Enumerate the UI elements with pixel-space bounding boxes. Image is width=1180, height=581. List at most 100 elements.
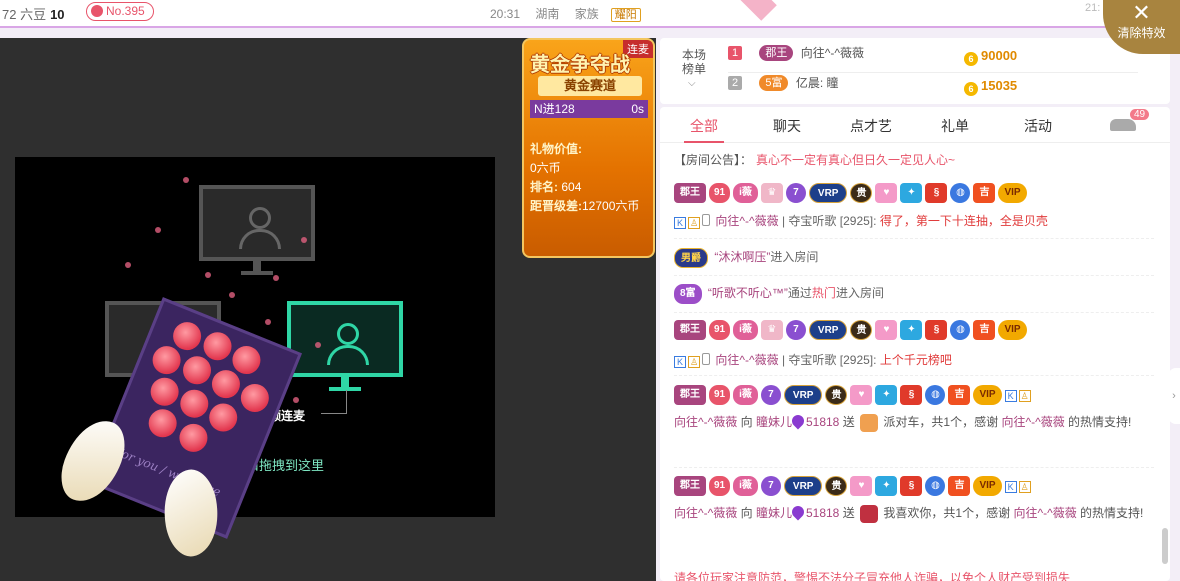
chevron-right-icon[interactable]: › — [1168, 368, 1180, 424]
rose-icon — [146, 373, 183, 410]
gift-to-word: 向 — [740, 506, 753, 520]
entry-user[interactable]: “听歌不听心™” — [708, 286, 788, 300]
user-icon: ♙ — [688, 356, 700, 368]
vrp-badge: VRP — [808, 183, 848, 203]
tab-talent[interactable]: 点才艺 — [850, 116, 892, 136]
room-notice: 【房间公告】： 真心不一定有真心但日久一定见人心~ — [674, 151, 955, 168]
crown-icon: ♛ — [760, 183, 783, 203]
level-number: 10 — [50, 7, 65, 22]
globe-icon: ◍ — [950, 183, 971, 203]
promote-value: 12700六币 — [582, 199, 640, 213]
tab-chat[interactable]: 聊天 — [773, 116, 801, 136]
heart-badge-icon: ♥ — [850, 476, 873, 496]
tab-all[interactable]: 全部 — [684, 116, 724, 143]
floating-heart-icon — [205, 272, 211, 278]
nobility-badge: 男爵 — [674, 248, 708, 268]
coin-value: 90000 — [981, 48, 1018, 63]
message-divider — [674, 275, 1154, 276]
gold-track-ribbon: 黄金赛道 — [538, 76, 642, 96]
user-badges: 郡王 91 i薇 7 VRP 贵 ♥ ✦ § ◍ 吉 VIP K ♙ — [674, 476, 1033, 498]
car-icon[interactable] — [1110, 119, 1136, 131]
active-video-slot-monitor-icon[interactable] — [287, 301, 403, 391]
gold-competition-badge[interactable]: 连麦 黄金争夺战 黄金赛道 N进128 0s 礼物价值: 0六币 排名: 604… — [522, 38, 655, 258]
floating-heart-icon — [301, 237, 307, 243]
floating-heart-icon — [125, 262, 131, 268]
gift-to-user[interactable]: 瞳妹儿 — [756, 415, 792, 429]
video-slot-monitor-icon[interactable] — [199, 185, 315, 275]
leaderboard-row[interactable]: 2 5富 亿晨: 瞳 6 15035 — [728, 74, 1148, 98]
heart-badge-icon: ♥ — [875, 183, 898, 203]
leaderboard-row[interactable]: 1 郡王 向往^-^薇薇 6 90000 — [728, 44, 1148, 73]
gift-text: 派对车，共1个，感谢 — [883, 415, 999, 429]
entry-user[interactable]: “沐沐啊压” — [714, 250, 770, 264]
tab-activity[interactable]: 活动 — [1024, 116, 1052, 136]
snake-badge-icon: § — [925, 320, 948, 340]
rank-text: No.395 — [106, 4, 145, 18]
fan-badge: i薇 — [733, 320, 758, 340]
seven-badge: 7 — [785, 183, 806, 203]
message-activity: 夺宝听歌 — [788, 353, 837, 367]
ji-badge: 吉 — [948, 385, 971, 405]
thank-user[interactable]: 向往^-^薇薇 — [1013, 506, 1076, 520]
progress-left: N进128 — [534, 102, 575, 116]
fraud-warning: 请各位玩家注意防范，警惕不法分子冒充他人诈骗，以免个人财产受到损失 — [674, 571, 1071, 581]
gift-to-user[interactable]: 瞳妹儿 — [756, 506, 792, 520]
chat-scrollbar[interactable] — [1162, 528, 1168, 564]
vip-badge: VIP — [998, 320, 1027, 340]
thank-user[interactable]: 向往^-^薇薇 — [1001, 415, 1064, 429]
vrp-badge: VRP — [783, 476, 823, 496]
user-name: 亿晨: 瞳 — [795, 76, 839, 90]
coin-icon: 6 — [964, 52, 978, 66]
love-you-gift-icon — [860, 504, 879, 523]
family-tag[interactable]: 耀阳 — [610, 8, 641, 22]
gift-from-user[interactable]: 向往^-^薇薇 — [674, 415, 737, 429]
gift-from-user[interactable]: 向往^-^薇薇 — [674, 506, 737, 520]
tab-gift-list[interactable]: 礼单 — [941, 116, 969, 136]
floating-heart-icon — [265, 319, 271, 325]
entry-message: 8富 “听歌不听心™”通过热门进入房间 — [674, 284, 884, 304]
gift-number: 51818 — [805, 415, 840, 429]
chat-message[interactable]: K ♙ 向往^-^薇薇 | 夺宝听歌 [2925]: 得了，第一下十连抽，全是贝壳 — [674, 212, 1048, 229]
floating-heart-icon — [155, 227, 161, 233]
rank-badge[interactable]: No.395 — [86, 2, 154, 21]
chat-message[interactable]: K ♙ 向往^-^薇薇 | 夺宝听歌 [2925]: 上个千元榜吧 — [674, 351, 952, 368]
gift-send-word: 送 — [842, 506, 855, 520]
message-count: [2925]: — [839, 214, 877, 228]
floating-heart-icon — [293, 397, 299, 403]
level-badge: 91 — [709, 183, 731, 203]
location: 湖南 — [535, 7, 560, 21]
gift-send-word: 送 — [842, 415, 855, 429]
message-user[interactable]: 向往^-^薇薇 — [715, 353, 778, 367]
message-text: 上个千元榜吧 — [879, 353, 952, 367]
entry-text: 进入房间 — [835, 286, 884, 301]
message-divider — [674, 375, 1154, 376]
k-icon: K — [1004, 390, 1017, 403]
person-head-icon — [337, 323, 359, 345]
snake-badge-icon: § — [925, 183, 948, 203]
gift-message: 向往^-^薇薇 向 瞳妹儿 51818 送 派对车，共1个，感谢 向往^-^薇薇 … — [674, 409, 1154, 435]
chevron-down-icon[interactable]: ⌵ — [688, 78, 696, 89]
phone-icon — [702, 214, 710, 226]
gift-tail: 的热情支持! — [1080, 506, 1144, 520]
message-user[interactable]: 向往^-^薇薇 — [715, 214, 778, 228]
snake-badge-icon: § — [900, 476, 923, 496]
coin-amount: 6 90000 — [964, 48, 1017, 66]
message-sep: | — [781, 214, 786, 228]
floating-heart-icon — [183, 177, 189, 183]
coin-value: 15035 — [981, 78, 1018, 93]
ji-badge: 吉 — [948, 476, 971, 496]
vip-badge: VIP — [973, 385, 1002, 405]
rank-label: 排名: — [530, 180, 558, 194]
rank-number: 2 — [728, 75, 742, 90]
entry-hot[interactable]: 热门 — [812, 286, 836, 300]
noble-badge: 郡王 — [674, 476, 706, 496]
level-badge: 91 — [709, 320, 731, 340]
coin-icon: 6 — [964, 82, 978, 96]
progress-bar: N进128 0s — [530, 100, 648, 118]
vrp-badge: VRP — [783, 385, 823, 405]
message-divider — [674, 467, 1154, 468]
ji-badge: 吉 — [973, 183, 996, 203]
message-sep: | — [781, 353, 786, 367]
family-label: 家族 — [574, 7, 599, 21]
star-badge-icon: ✦ — [900, 320, 923, 340]
